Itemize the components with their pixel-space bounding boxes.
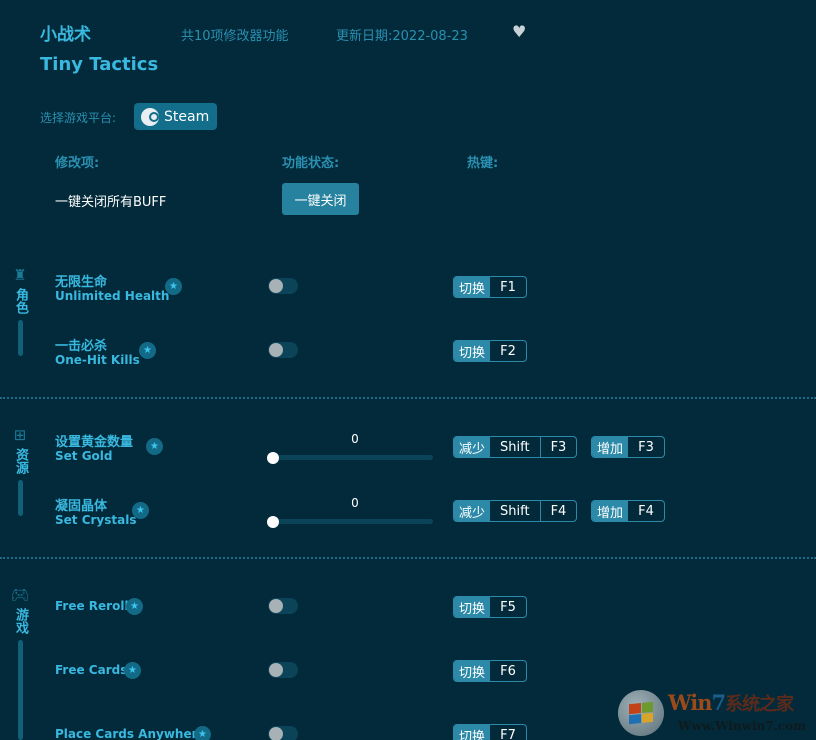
toggle-free-reroll[interactable] [268,598,298,614]
category-bar [17,640,23,740]
category-label: 游戏 [13,608,28,634]
treasure-chest-icon: ⊞ [13,426,27,444]
category-label: 资源 [13,448,28,474]
column-header-hotkey: 热键: [467,156,499,171]
category-bar [17,320,23,356]
hotkey-action: 减少 [454,501,491,521]
star-icon[interactable]: ★ [165,278,182,295]
feature-count: 共10项修改器功能 [181,29,289,44]
toggle-place-cards-anywhere[interactable] [268,726,298,740]
slider-value: 0 [351,496,359,510]
hotkey-key: F6 [500,663,516,679]
hotkey-key: F2 [500,343,516,359]
hotkey-action: 增加 [592,437,629,457]
slider-value: 0 [351,432,359,446]
slider-thumb[interactable] [267,452,279,464]
feature-name-en: Unlimited Health [55,289,170,303]
watermark-url: Www.Winwin7.com [678,719,806,733]
feature-name-cn: 设置黄金数量 [55,435,134,450]
slider-thumb[interactable] [267,516,279,528]
slider-set-gold[interactable] [268,455,433,460]
hotkey-crystals-decrease[interactable]: 减少 Shift F4 [453,500,578,522]
star-icon[interactable]: ★ [126,598,143,615]
hotkey-gold-increase[interactable]: 增加 F3 [591,436,666,458]
section-divider [0,397,816,399]
hotkey-key: F5 [500,599,516,615]
star-icon[interactable]: ★ [146,438,163,455]
game-title-cn: 小战术 [40,25,91,45]
category-resources: ⊞ 资源 [10,426,30,516]
hotkey-free-cards[interactable]: 切换 F6 [453,660,528,682]
column-header-mod: 修改项: [55,156,100,171]
hotkey-key: Shift [500,503,530,519]
hotkey-key: F3 [539,437,577,457]
toggle-free-cards[interactable] [268,662,298,678]
hotkey-action: 减少 [454,437,491,457]
feature-name-en: Set Gold [55,449,113,463]
feature-name-en: One-Hit Kills [55,353,140,367]
toggle-one-hit-kills[interactable] [268,342,298,358]
windows-logo-icon [618,690,664,736]
watermark-brand-c: 系统之家 [725,694,794,715]
hotkey-one-hit-kills[interactable]: 切换 F2 [453,340,528,362]
hotkey-action: 切换 [454,725,491,740]
category-bar [17,480,23,516]
hotkey-action: 切换 [454,597,491,617]
platform-label: 选择游戏平台: [40,111,117,125]
hotkey-gold-decrease[interactable]: 减少 Shift F3 [453,436,578,458]
character-icon: ♜ [13,266,27,284]
hotkey-free-reroll[interactable]: 切换 F5 [453,596,528,618]
section-divider [0,557,816,559]
hotkey-action: 增加 [592,501,629,521]
star-icon[interactable]: ★ [132,502,149,519]
hotkey-key: F1 [500,279,516,295]
toggle-unlimited-health[interactable] [268,278,298,294]
watermark: Win7系统之家 Www.Winwin7.com [618,688,810,738]
disable-all-label: 一键关闭所有BUFF [55,195,167,210]
feature-name-cn: 凝固晶体 [55,499,108,514]
star-icon[interactable]: ★ [139,342,156,359]
column-header-status: 功能状态: [282,156,340,171]
hotkey-action: 切换 [454,661,491,681]
category-character: ♜ 角色 [10,266,30,356]
watermark-brand-a: Win [668,690,712,715]
hotkey-key: F4 [539,501,577,521]
watermark-brand-b: 7 [711,690,726,715]
feature-name-en: Place Cards Anywhere [55,727,206,740]
update-date: 更新日期:2022-08-23 [336,29,468,44]
disable-all-button[interactable]: 一键关闭 [282,183,359,215]
hotkey-key: F3 [638,439,654,455]
category-game: 🎮︎ 游戏 [10,586,30,740]
feature-name-cn: 无限生命 [55,275,108,290]
gamepad-icon: 🎮︎ [10,586,30,604]
hotkey-action: 切换 [454,341,491,361]
category-label: 角色 [13,288,28,314]
game-title-en: Tiny Tactics [40,54,159,75]
heart-icon[interactable]: ♥ [512,22,526,41]
platform-name: Steam [164,108,210,125]
steam-icon [141,107,159,126]
slider-set-crystals[interactable] [268,519,433,524]
hotkey-key: F7 [500,727,516,740]
feature-name-cn: 一击必杀 [55,339,108,354]
feature-name-en: Free Reroll [55,599,129,613]
hotkey-action: 切换 [454,277,491,297]
hotkey-crystals-increase[interactable]: 增加 F4 [591,500,666,522]
star-icon[interactable]: ★ [194,726,211,740]
hotkey-key: F4 [638,503,654,519]
feature-name-en: Free Cards [55,663,128,677]
feature-name-en: Set Crystals [55,513,137,527]
star-icon[interactable]: ★ [124,662,141,679]
hotkey-key: Shift [500,439,530,455]
hotkey-unlimited-health[interactable]: 切换 F1 [453,276,528,298]
platform-steam-button[interactable]: Steam [134,103,217,130]
hotkey-place-cards-anywhere[interactable]: 切换 F7 [453,724,528,740]
